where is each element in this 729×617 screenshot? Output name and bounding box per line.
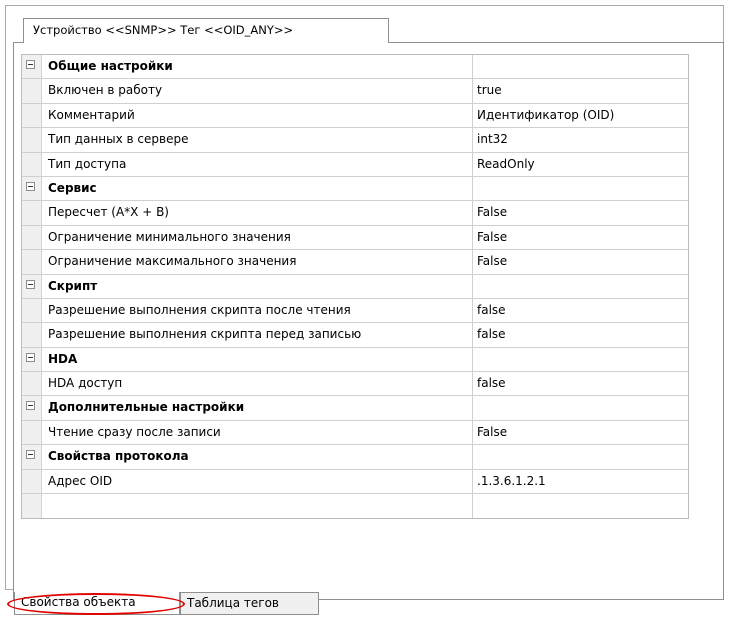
property-row[interactable]: Комментарий Идентификатор (OID) (22, 103, 688, 129)
property-value (473, 494, 688, 518)
row-gutter (22, 298, 42, 323)
property-row (22, 494, 688, 519)
property-value[interactable]: Идентификатор (OID) (473, 104, 688, 127)
collapse-minus-icon[interactable] (26, 450, 35, 460)
row-gutter (22, 469, 42, 494)
property-row[interactable]: Пересчет (A*X + B) False (22, 201, 688, 226)
row-gutter (22, 250, 42, 274)
category-name: HDA (42, 347, 473, 372)
property-name: Адрес OID (42, 469, 473, 494)
bottom-tab-strip: Свойства объекта Таблица тегов (0, 592, 729, 617)
row-gutter (22, 372, 42, 396)
category-row[interactable]: Общие настройки (22, 55, 688, 80)
property-row[interactable]: Адрес OID .1.3.6.1.2.1 (22, 469, 688, 495)
property-value[interactable]: false (473, 372, 688, 395)
category-row[interactable]: Свойства протокола (22, 445, 688, 470)
category-name: Дополнительные настройки (42, 396, 473, 420)
collapse-minus-icon[interactable] (26, 279, 35, 289)
category-row[interactable]: Скрипт (22, 274, 688, 299)
collapse-minus-icon[interactable] (26, 401, 35, 411)
property-row[interactable]: Разрешение выполнения скрипта после чтен… (22, 298, 688, 324)
property-name (42, 494, 473, 519)
property-value[interactable]: False (473, 201, 688, 224)
property-value (473, 348, 688, 371)
property-name: Тип данных в сервере (42, 128, 473, 152)
property-name: Тип доступа (42, 152, 473, 176)
property-name: Разрешение выполнения скрипта перед запи… (42, 323, 473, 347)
category-row[interactable]: Дополнительные настройки (22, 396, 688, 421)
property-name: Комментарий (42, 103, 473, 128)
property-value (473, 55, 688, 78)
row-gutter (22, 225, 42, 250)
row-gutter (22, 103, 42, 128)
category-name: Сервис (42, 176, 473, 201)
tab-device-tag[interactable]: Устройство <<SNMP>> Тег <<OID_ANY>> (23, 18, 389, 43)
collapse-minus-icon[interactable] (26, 60, 35, 69)
tab-tag-table[interactable]: Таблица тегов (180, 592, 319, 615)
property-name: Чтение сразу после записи (42, 420, 473, 445)
row-gutter (22, 347, 42, 372)
property-value[interactable]: False (473, 250, 688, 273)
row-gutter (22, 55, 42, 79)
property-value[interactable]: .1.3.6.1.2.1 (473, 470, 688, 493)
row-gutter (22, 323, 42, 347)
property-value[interactable]: false (473, 323, 688, 346)
category-name: Скрипт (42, 274, 473, 298)
property-name: Разрешение выполнения скрипта после чтен… (42, 298, 473, 323)
row-gutter (22, 396, 42, 420)
property-name: Ограничение максимального значения (42, 250, 473, 274)
property-name: Пересчет (A*X + B) (42, 201, 473, 225)
category-row[interactable]: Сервис (22, 176, 688, 202)
collapse-minus-icon[interactable] (26, 352, 35, 362)
row-gutter (22, 274, 42, 298)
property-name: Ограничение минимального значения (42, 225, 473, 250)
property-value (473, 396, 688, 419)
property-value[interactable]: false (473, 299, 688, 322)
property-value (473, 177, 688, 200)
row-gutter (22, 176, 42, 201)
property-name: Включен в работу (42, 79, 473, 103)
row-gutter (22, 201, 42, 225)
row-gutter (22, 445, 42, 469)
category-name: Свойства протокола (42, 445, 473, 469)
property-name: HDA доступ (42, 372, 473, 396)
property-value[interactable]: int32 (473, 128, 688, 151)
tab-object-properties[interactable]: Свойства объекта (14, 592, 180, 615)
property-row[interactable]: Разрешение выполнения скрипта перед запи… (22, 323, 688, 348)
category-row[interactable]: HDA (22, 347, 688, 373)
category-name: Общие настройки (42, 55, 473, 79)
property-value[interactable]: ReadOnly (473, 153, 688, 176)
property-grid: Общие настройки Включен в работу true Комме… (21, 54, 689, 520)
row-gutter (22, 494, 42, 519)
row-gutter (22, 128, 42, 152)
property-row[interactable]: Ограничение максимального значения False (22, 250, 688, 275)
property-value (473, 445, 688, 468)
row-gutter (22, 152, 42, 176)
property-row[interactable]: Чтение сразу после записи False (22, 420, 688, 446)
row-gutter (22, 420, 42, 445)
row-gutter (22, 79, 42, 103)
property-value[interactable]: true (473, 79, 688, 102)
property-value (473, 275, 688, 298)
property-value[interactable]: False (473, 226, 688, 249)
property-row[interactable]: Ограничение минимального значения False (22, 225, 688, 251)
property-row[interactable]: Тип данных в сервере int32 (22, 128, 688, 153)
property-row[interactable]: Включен в работу true (22, 79, 688, 104)
property-value[interactable]: False (473, 421, 688, 444)
collapse-minus-icon[interactable] (26, 181, 35, 191)
property-row[interactable]: HDA доступ false (22, 372, 688, 397)
property-row[interactable]: Тип доступа ReadOnly (22, 152, 688, 177)
